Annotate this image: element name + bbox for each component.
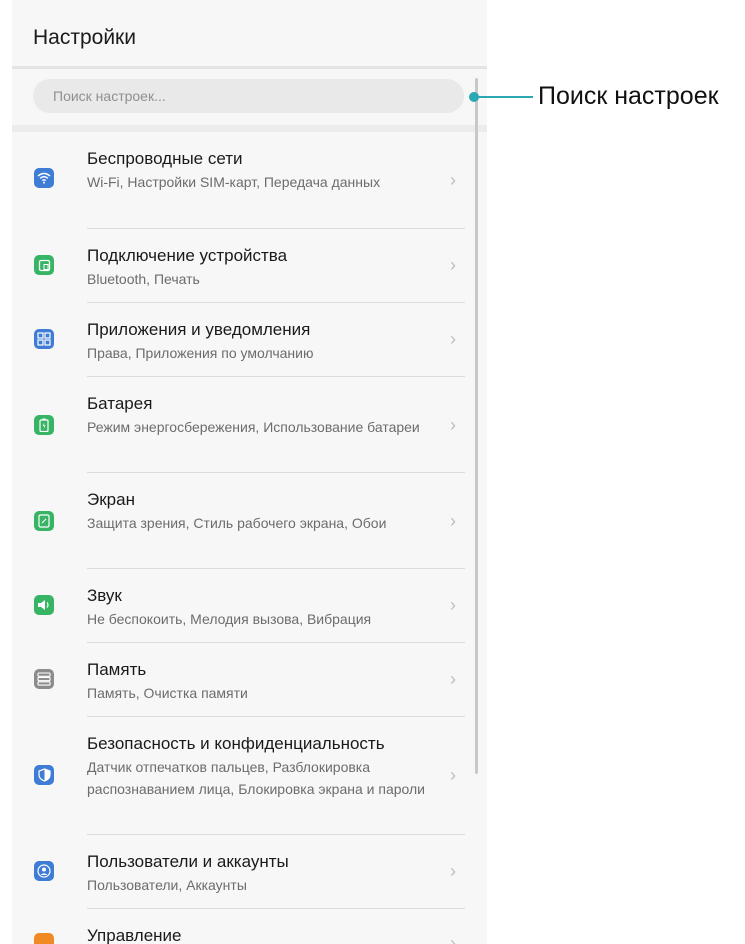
settings-item-management[interactable]: Управление › bbox=[12, 909, 487, 944]
scrollbar[interactable] bbox=[475, 78, 478, 774]
item-title: Звук bbox=[87, 586, 122, 605]
management-icon bbox=[34, 933, 54, 944]
section-separator bbox=[12, 125, 487, 132]
chevron-right-icon: › bbox=[450, 669, 456, 689]
item-title: Подключение устройства bbox=[87, 246, 288, 265]
callout-label: Поиск настроек bbox=[538, 82, 719, 110]
storage-icon bbox=[34, 669, 54, 689]
chevron-right-icon: › bbox=[450, 170, 456, 190]
shield-icon bbox=[34, 765, 54, 785]
wifi-icon bbox=[34, 168, 54, 188]
item-subtitle: Режим энергосбережения, Использование ба… bbox=[87, 419, 420, 435]
item-title: Безопасность и конфиденциальность bbox=[87, 734, 385, 753]
settings-item-display[interactable]: Экран Защита зрения, Стиль рабочего экра… bbox=[12, 473, 487, 569]
item-title: Управление bbox=[87, 926, 182, 944]
settings-list: Беспроводные сети Wi-Fi, Настройки SIM-к… bbox=[12, 132, 487, 944]
chevron-right-icon: › bbox=[450, 511, 456, 531]
settings-item-device-connection[interactable]: Подключение устройства Bluetooth, Печать… bbox=[12, 229, 487, 303]
item-title: Экран bbox=[87, 490, 135, 509]
callout-line bbox=[477, 96, 533, 98]
settings-item-wireless[interactable]: Беспроводные сети Wi-Fi, Настройки SIM-к… bbox=[12, 132, 487, 229]
settings-item-storage[interactable]: Память Память, Очистка памяти › bbox=[12, 643, 487, 717]
display-icon bbox=[34, 511, 54, 531]
chevron-right-icon: › bbox=[450, 329, 456, 349]
item-subtitle: Права, Приложения по умолчанию bbox=[87, 345, 314, 361]
item-subtitle: Bluetooth, Печать bbox=[87, 271, 200, 287]
settings-screen: Настройки Поиск настроек... Беспроводные… bbox=[12, 0, 487, 944]
item-subtitle: Пользователи, Аккаунты bbox=[87, 877, 247, 893]
item-title: Память bbox=[87, 660, 147, 679]
chevron-right-icon: › bbox=[450, 933, 456, 944]
search-input[interactable]: Поиск настроек... bbox=[33, 79, 464, 113]
chevron-right-icon: › bbox=[450, 595, 456, 615]
settings-item-battery[interactable]: Батарея Режим энергосбережения, Использо… bbox=[12, 377, 487, 473]
item-subtitle: Не беспокоить, Мелодия вызова, Вибрация bbox=[87, 611, 372, 627]
title-divider bbox=[12, 66, 487, 69]
chevron-right-icon: › bbox=[450, 255, 456, 275]
page-title: Настройки bbox=[33, 26, 136, 49]
settings-item-apps[interactable]: Приложения и уведомления Права, Приложен… bbox=[12, 303, 487, 377]
settings-item-security[interactable]: Безопасность и конфиденциальность Датчик… bbox=[12, 717, 487, 835]
item-subtitle: Wi-Fi, Настройки SIM-карт, Передача данн… bbox=[87, 174, 381, 190]
item-title: Приложения и уведомления bbox=[87, 320, 311, 339]
settings-item-sound[interactable]: Звук Не беспокоить, Мелодия вызова, Вибр… bbox=[12, 569, 487, 643]
chevron-right-icon: › bbox=[450, 861, 456, 881]
user-icon bbox=[34, 861, 54, 881]
settings-item-users[interactable]: Пользователи и аккаунты Пользователи, Ак… bbox=[12, 835, 487, 909]
device-connection-icon bbox=[34, 255, 54, 275]
chevron-right-icon: › bbox=[450, 765, 456, 785]
item-subtitle: Память, Очистка памяти bbox=[87, 685, 248, 701]
item-subtitle: Защита зрения, Стиль рабочего экрана, Об… bbox=[87, 515, 387, 531]
item-title: Батарея bbox=[87, 394, 153, 413]
apps-grid-icon bbox=[34, 329, 54, 349]
item-subtitle: Датчик отпечатков пальцев, Разблокировка… bbox=[87, 759, 425, 797]
battery-icon bbox=[34, 415, 54, 435]
chevron-right-icon: › bbox=[450, 415, 456, 435]
item-title: Беспроводные сети bbox=[87, 149, 243, 168]
speaker-icon bbox=[34, 595, 54, 615]
item-title: Пользователи и аккаунты bbox=[87, 852, 289, 871]
